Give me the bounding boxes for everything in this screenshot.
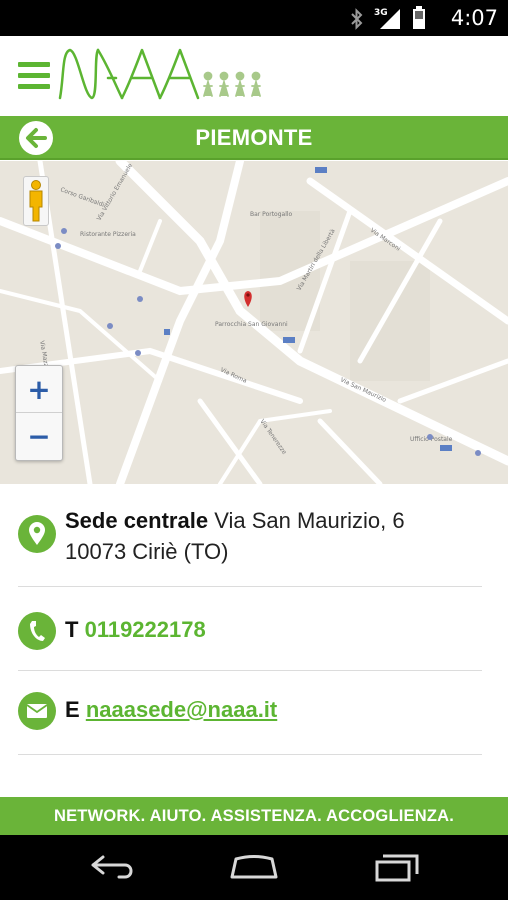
signal-icon: 3G <box>374 8 400 29</box>
nav-home-button[interactable] <box>224 849 284 885</box>
email-prefix: E <box>65 697 80 722</box>
status-time: 4:07 <box>450 6 498 30</box>
nav-back-button[interactable] <box>83 849 143 885</box>
page-title: PIEMONTE <box>195 125 313 150</box>
phone-link[interactable]: 0119222178 <box>85 617 206 642</box>
envelope-icon <box>18 692 56 730</box>
menu-icon[interactable] <box>18 62 50 92</box>
status-icons: 3G <box>350 6 426 30</box>
address-text: Sede centrale Via San Maurizio, 6 10073 … <box>65 505 485 567</box>
phone-text: T 0119222178 <box>65 614 206 645</box>
phone-prefix: T <box>65 617 79 642</box>
nav-home-icon <box>230 855 278 879</box>
bluetooth-icon <box>351 8 363 30</box>
network-type-label: 3G <box>374 8 388 18</box>
phone-icon <box>18 612 56 650</box>
system-nav-bar <box>0 835 508 900</box>
svg-text:Ristorante Pizzeria: Ristorante Pizzeria <box>80 231 136 238</box>
address-line2: 10073 Ciriè (TO) <box>65 539 229 564</box>
map-view[interactable]: Corso Garibaldi Via Roma Via San Maurizi… <box>0 161 508 484</box>
title-bar: PIEMONTE <box>0 116 508 160</box>
nav-recents-icon <box>375 854 419 882</box>
zoom-in-button[interactable]: + <box>16 366 62 413</box>
address-label: Sede centrale <box>65 508 209 533</box>
divider <box>18 586 482 587</box>
svg-text:Parrocchia San Giovanni: Parrocchia San Giovanni <box>215 321 288 328</box>
battery-icon <box>413 6 425 29</box>
slogan-banner: NETWORK. AIUTO. ASSISTENZA. ACCOGLIENZA. <box>0 797 508 835</box>
nav-back-icon <box>91 855 133 879</box>
street-view-pegman[interactable] <box>23 176 49 226</box>
email-link[interactable]: naaasede@naaa.it <box>86 697 277 722</box>
zoom-out-button[interactable]: − <box>16 413 62 460</box>
zoom-control: + − <box>15 365 63 461</box>
pegman-icon <box>29 180 43 222</box>
nav-recents-button[interactable] <box>367 849 427 885</box>
divider <box>18 670 482 671</box>
svg-text:Bar Portogallo: Bar Portogallo <box>250 211 293 218</box>
map-roads: Corso Garibaldi Via Roma Via San Maurizi… <box>0 161 508 484</box>
address-line1: Via San Maurizio, 6 <box>214 508 405 533</box>
app-header <box>0 36 508 116</box>
location-marker-icon <box>18 515 56 553</box>
status-bar: 3G 4:07 <box>0 0 508 36</box>
divider <box>18 754 482 755</box>
email-text: E naaasede@naaa.it <box>65 694 277 725</box>
naaa-logo <box>58 48 261 100</box>
